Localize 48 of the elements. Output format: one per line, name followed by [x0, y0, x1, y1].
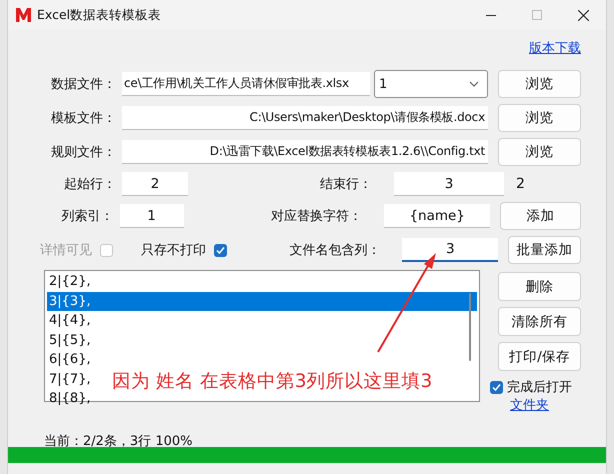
app-logo-icon: [16, 8, 31, 22]
file-path-field[interactable]: D:\迅雷下载\Excel数据表转模板表1.2.6\\Config.txt: [122, 140, 488, 164]
field-label: 结束行：: [319, 176, 372, 193]
annotation-text: 因为 姓名 在表格中第3列所以这里填3: [112, 370, 432, 393]
input-field[interactable]: 1: [120, 204, 184, 228]
field-label: 规则文件：: [50, 144, 116, 161]
row-count-text: 2: [516, 176, 525, 192]
list-item[interactable]: 5|{5},: [47, 330, 91, 350]
scrollbar-thumb[interactable]: [469, 293, 471, 361]
checkbox-label: 只存不打印: [141, 242, 206, 259]
folder-link[interactable]: 文件夹: [510, 396, 581, 414]
close-icon[interactable]: [578, 10, 588, 20]
list-item[interactable]: 8|{8},: [47, 389, 91, 408]
file-path-field[interactable]: C:\Users\maker\Desktop\请假条模板.docx: [122, 106, 488, 130]
field-label: 模板文件：: [50, 110, 116, 127]
field-label: 对应替换字符：: [270, 208, 362, 225]
checkbox-label: 详情可见: [40, 242, 92, 259]
list-item[interactable]: 7|{7},: [47, 370, 91, 389]
version-download-link[interactable]: 版本下载: [529, 39, 581, 57]
sheet-dropdown[interactable]: 1: [374, 70, 488, 98]
field-label: 文件名包含列：: [289, 242, 380, 259]
field-label: 数据文件：: [50, 76, 116, 93]
input-field[interactable]: 2: [122, 172, 188, 196]
input-field[interactable]: 3: [394, 172, 504, 196]
action-button[interactable]: 添加: [500, 202, 581, 230]
checkbox[interactable]: [490, 380, 503, 394]
minimize-icon[interactable]: [486, 14, 496, 16]
action-button[interactable]: 浏览: [498, 138, 581, 166]
input-field[interactable]: 3: [402, 238, 498, 262]
list-item[interactable]: 4|{4},: [47, 311, 91, 330]
action-button[interactable]: 浏览: [498, 70, 581, 98]
status-text: 当前：2/2条，3行 100%: [44, 433, 194, 450]
input-field[interactable]: {name}: [384, 204, 490, 228]
checkbox[interactable]: [214, 244, 227, 256]
action-button[interactable]: 批量添加: [508, 236, 581, 264]
list-item[interactable]: 6|{6},: [47, 350, 91, 370]
file-path-field[interactable]: ce\工作用\机关工作人员请休假审批表.xlsx: [122, 72, 370, 96]
action-button[interactable]: 浏览: [498, 104, 581, 132]
field-label: 起始行：: [63, 176, 116, 193]
list-item[interactable]: 2|{2},: [47, 272, 91, 292]
window-title: Excel数据表转模板表: [37, 6, 162, 24]
action-button[interactable]: 打印/保存: [498, 342, 581, 371]
list-item[interactable]: 3|{3},: [47, 292, 477, 311]
action-button[interactable]: 删除: [498, 272, 581, 301]
checkbox-label: 完成后打开: [507, 379, 572, 396]
action-button[interactable]: 清除所有: [498, 307, 581, 336]
chevron-down-icon: [469, 81, 479, 87]
field-label: 列索引：: [60, 208, 114, 225]
